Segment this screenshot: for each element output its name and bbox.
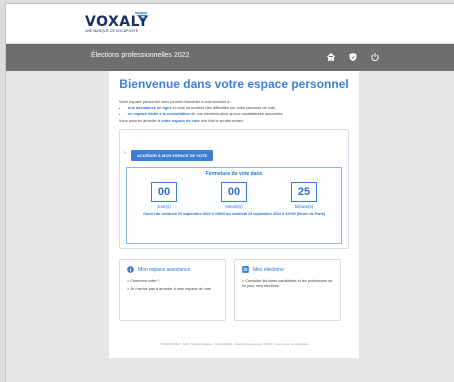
countdown-panel: Fermeture du vote dans 00 Jour(s) 00 Heu… <box>126 167 342 244</box>
list-item: un espace dédié à la consultation de vos… <box>128 111 349 117</box>
how-to-vote-link[interactable]: > Comment voter ? <box>127 279 218 284</box>
welcome-heading: Bienvenue dans votre espace personnel <box>119 77 349 91</box>
assistance-panel: Mon espace assistance > Comment voter ? … <box>119 259 226 321</box>
countdown-hours: 00 Heure(s) <box>219 182 249 209</box>
outro-line: Vous pourrez accéder à votre espace de v… <box>119 118 349 124</box>
access-vote-space-button[interactable]: ACCÉDER À MON ESPACE DE VOTE <box>131 150 214 161</box>
elections-title: Mes élections <box>253 266 284 273</box>
intro-text: Votre espace personnel vous permet d'acc… <box>119 99 349 124</box>
minutes-label: Minute(s) <box>294 204 314 209</box>
info-icon <box>127 266 134 273</box>
countdown-title: Fermeture du vote dans <box>205 171 263 177</box>
countdown-days: 00 Jour(s) <box>149 182 179 209</box>
vote-box: › ACCÉDER À MON ESPACE DE VOTE Fermeture… <box>119 129 349 249</box>
days-value: 00 <box>151 182 177 202</box>
vote-space-link[interactable]: votre espace de vote <box>161 118 200 123</box>
nav-icons <box>326 52 380 62</box>
assistance-title: Mon espace assistance <box>138 266 191 273</box>
list-item-text: de vos élections ainsi qu'aux candidatur… <box>190 111 284 116</box>
hours-label: Heure(s) <box>225 204 243 209</box>
panel-header: Mes élections <box>242 266 333 273</box>
elections-panel: Mes élections > Consulter les listes can… <box>234 259 341 321</box>
assistance-link[interactable]: une assistance en ligne <box>128 105 172 110</box>
home-icon[interactable] <box>326 52 336 62</box>
countdown-minutes: 25 Minute(s) <box>289 182 319 209</box>
consultation-link[interactable]: un espace dédié à la consultation <box>128 111 190 116</box>
voxaly-logo[interactable]: VOXALY UNE MARQUE DE DOCAPOSTE <box>85 12 149 34</box>
outro-text: une fois le scrutin ouvert. <box>199 118 245 123</box>
outro-text: Vous pourrez accéder à <box>119 118 162 123</box>
list-icon <box>242 266 249 273</box>
countdown-row: 00 Jour(s) 00 Heure(s) 25 Minute(s) <box>127 182 341 209</box>
personal-space-card: Bienvenue dans votre espace personnel Vo… <box>109 71 359 358</box>
vote-period: Ouvert du vendredi 23 septembre 2022 à 1… <box>142 212 325 216</box>
minutes-value: 25 <box>291 182 317 202</box>
candidate-lists-link[interactable]: > Consulter les listes candidates et les… <box>242 279 333 289</box>
power-icon[interactable] <box>370 52 380 62</box>
intro-list: une assistance en ligne si vous rencontr… <box>128 105 349 117</box>
footer: © 2022 VOXALY · FAQ · Mentions légales ·… <box>159 342 309 346</box>
info-panels: Mon espace assistance > Comment voter ? … <box>119 259 349 321</box>
top-header: VOXALY UNE MARQUE DE DOCAPOSTE <box>6 4 454 44</box>
hours-value: 00 <box>221 182 247 202</box>
days-label: Jour(s) <box>157 204 171 209</box>
election-title: Élections professionnelles 2022 <box>91 52 190 59</box>
chevron-right-icon: › <box>124 150 126 156</box>
navbar: Élections professionnelles 2022 <box>6 44 454 71</box>
logo-mark-icon <box>135 12 147 19</box>
list-item-text: si vous rencontrez des difficultés sur v… <box>171 105 277 110</box>
shield-icon[interactable] <box>348 52 358 62</box>
panel-header: Mon espace assistance <box>127 266 218 273</box>
access-problem-link[interactable]: > Je n'arrive pas à accéder à mon espace… <box>127 287 218 292</box>
browser-frame: VOXALY UNE MARQUE DE DOCAPOSTE Élections… <box>5 3 454 382</box>
